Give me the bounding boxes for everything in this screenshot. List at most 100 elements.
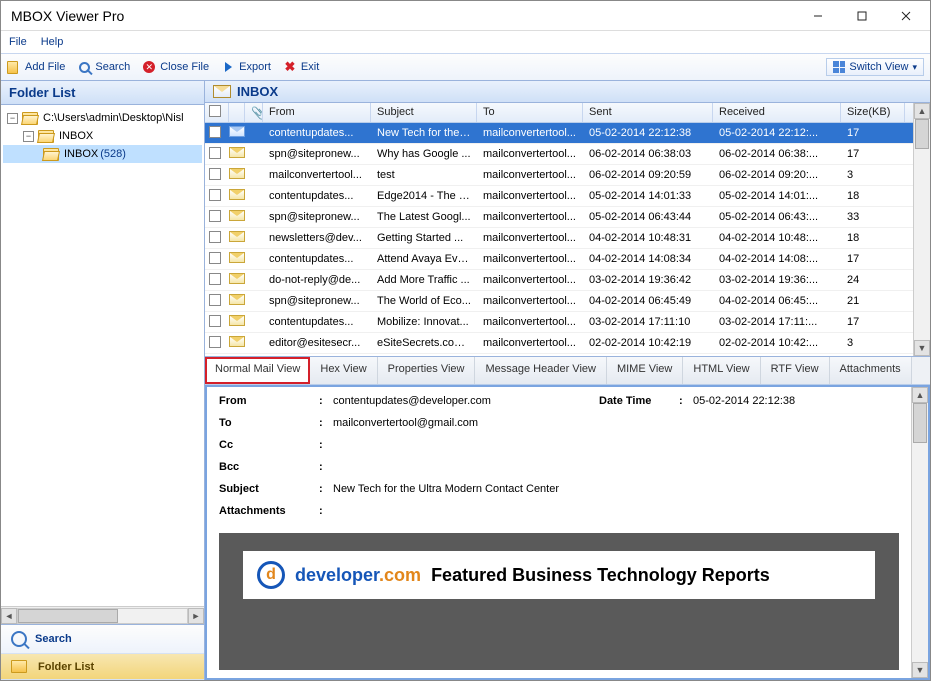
table-row[interactable]: contentupdates...Mobilize: Innovat...mai… [205, 312, 913, 333]
value-subject: New Tech for the Ultra Modern Contact Ce… [333, 483, 899, 495]
cell-from: editor@esitesecr... [263, 337, 371, 349]
folder-list-header: Folder List [1, 81, 204, 105]
cell-from: contentupdates... [263, 190, 371, 202]
row-checkbox[interactable] [209, 168, 221, 180]
tab-attachments[interactable]: Attachments [830, 357, 912, 384]
cell-size: 18 [841, 232, 905, 244]
row-checkbox[interactable] [209, 126, 221, 138]
col-from[interactable]: From [263, 103, 371, 122]
close-button[interactable] [884, 2, 928, 30]
cell-size: 21 [841, 295, 905, 307]
table-row[interactable]: spn@sitepronew...Why has Google ...mailc… [205, 144, 913, 165]
scroll-thumb[interactable] [18, 609, 118, 623]
col-received[interactable]: Received [713, 103, 841, 122]
folder-tree[interactable]: − C:\Users\admin\Desktop\Nisl − INBOX IN… [1, 105, 204, 167]
row-checkbox[interactable] [209, 189, 221, 201]
tab-rtf-view[interactable]: RTF View [761, 357, 830, 384]
cell-subject: Add More Traffic ... [371, 274, 477, 286]
search-icon [11, 631, 27, 647]
tree-root[interactable]: − C:\Users\admin\Desktop\Nisl [3, 109, 202, 127]
table-row[interactable]: do-not-reply@de...Add More Traffic ...ma… [205, 270, 913, 291]
tree-hscrollbar[interactable]: ◄ ► [1, 606, 204, 624]
row-checkbox[interactable] [209, 231, 221, 243]
grid-body: contentupdates...New Tech for the ...mai… [205, 123, 913, 354]
table-row[interactable]: mailconvertertool...testmailconvertertoo… [205, 165, 913, 186]
minimize-button[interactable] [796, 2, 840, 30]
row-checkbox[interactable] [209, 315, 221, 327]
cell-from: contentupdates... [263, 253, 371, 265]
col-attachment[interactable]: 📎 [245, 103, 263, 122]
tree-inbox-child[interactable]: INBOX (528) [3, 145, 202, 163]
row-checkbox[interactable] [209, 294, 221, 306]
tab-html-view[interactable]: HTML View [683, 357, 760, 384]
developer-logo-icon: d [257, 561, 285, 589]
scroll-right-button[interactable]: ► [188, 608, 204, 624]
collapse-icon[interactable]: − [7, 113, 18, 124]
col-sent[interactable]: Sent [583, 103, 713, 122]
grid-vscrollbar[interactable]: ▲ ▼ [913, 103, 930, 356]
scroll-up-button[interactable]: ▲ [912, 387, 928, 403]
scroll-thumb[interactable] [913, 403, 927, 443]
tree-inbox[interactable]: − INBOX [3, 127, 202, 145]
cell-from: spn@sitepronew... [263, 295, 371, 307]
row-checkbox[interactable] [209, 252, 221, 264]
close-icon: ✕ [143, 61, 155, 73]
menu-file[interactable]: File [9, 36, 27, 48]
row-checkbox[interactable] [209, 147, 221, 159]
table-row[interactable]: spn@sitepronew...The World of Eco...mail… [205, 291, 913, 312]
col-to[interactable]: To [477, 103, 583, 122]
label-subject: Subject [219, 483, 319, 495]
panel-tab-folder-list[interactable]: Folder List [1, 654, 204, 680]
cell-to: mailconvertertool... [477, 337, 583, 349]
row-checkbox[interactable] [209, 336, 221, 348]
grid-header: 📎 From Subject To Sent Received Size(KB) [205, 103, 913, 123]
menu-help[interactable]: Help [41, 36, 64, 48]
cell-to: mailconvertertool... [477, 232, 583, 244]
cell-to: mailconvertertool... [477, 190, 583, 202]
mail-icon [229, 147, 245, 158]
tab-hex-view[interactable]: Hex View [310, 357, 377, 384]
folder-icon [11, 660, 27, 673]
exit-button[interactable]: ✖Exit [283, 60, 319, 74]
preview-vscrollbar[interactable]: ▲ ▼ [911, 387, 928, 678]
col-checkbox[interactable] [205, 103, 229, 122]
scroll-left-button[interactable]: ◄ [1, 608, 17, 624]
scroll-down-button[interactable]: ▼ [914, 340, 930, 356]
value-attachments [333, 505, 899, 517]
cell-sent: 05-02-2014 22:12:38 [583, 127, 713, 139]
cell-sent: 04-02-2014 06:45:49 [583, 295, 713, 307]
table-row[interactable]: contentupdates...Attend Avaya Evo...mail… [205, 249, 913, 270]
table-row[interactable]: newsletters@dev...Getting Started ...mai… [205, 228, 913, 249]
collapse-icon[interactable]: − [23, 131, 34, 142]
tab-mime-view[interactable]: MIME View [607, 357, 683, 384]
cell-sent: 03-02-2014 19:36:42 [583, 274, 713, 286]
tab-message-header-view[interactable]: Message Header View [475, 357, 606, 384]
scroll-down-button[interactable]: ▼ [912, 662, 928, 678]
cell-received: 03-02-2014 17:11:... [713, 316, 841, 328]
search-button[interactable]: Search [77, 60, 130, 74]
tab-properties-view[interactable]: Properties View [378, 357, 476, 384]
cell-from: contentupdates... [263, 127, 371, 139]
row-checkbox[interactable] [209, 210, 221, 222]
row-checkbox[interactable] [209, 273, 221, 285]
export-button[interactable]: Export [221, 60, 271, 74]
maximize-button[interactable] [840, 2, 884, 30]
close-file-button[interactable]: ✕Close File [142, 60, 209, 74]
scroll-thumb[interactable] [915, 119, 929, 149]
table-row[interactable]: editor@esitesecr...eSiteSecrets.com ...m… [205, 333, 913, 354]
banner: d developer.com Featured Business Techno… [243, 551, 875, 599]
table-row[interactable]: spn@sitepronew...The Latest Googl...mail… [205, 207, 913, 228]
table-row[interactable]: contentupdates...Edge2014 - The P...mail… [205, 186, 913, 207]
cell-received: 05-02-2014 06:43:... [713, 211, 841, 223]
preview-pane: From : contentupdates@developer.com Date… [205, 385, 930, 680]
scroll-up-button[interactable]: ▲ [914, 103, 930, 119]
col-size[interactable]: Size(KB) [841, 103, 905, 122]
add-file-button[interactable]: Add File [7, 60, 65, 74]
switch-view-button[interactable]: Switch View ▾ [826, 58, 924, 76]
table-row[interactable]: contentupdates...New Tech for the ...mai… [205, 123, 913, 144]
col-subject[interactable]: Subject [371, 103, 477, 122]
tab-normal-mail-view[interactable]: Normal Mail View [205, 357, 310, 384]
panel-tab-search[interactable]: Search [1, 625, 204, 654]
cell-sent: 04-02-2014 10:48:31 [583, 232, 713, 244]
col-flag[interactable] [229, 103, 245, 122]
